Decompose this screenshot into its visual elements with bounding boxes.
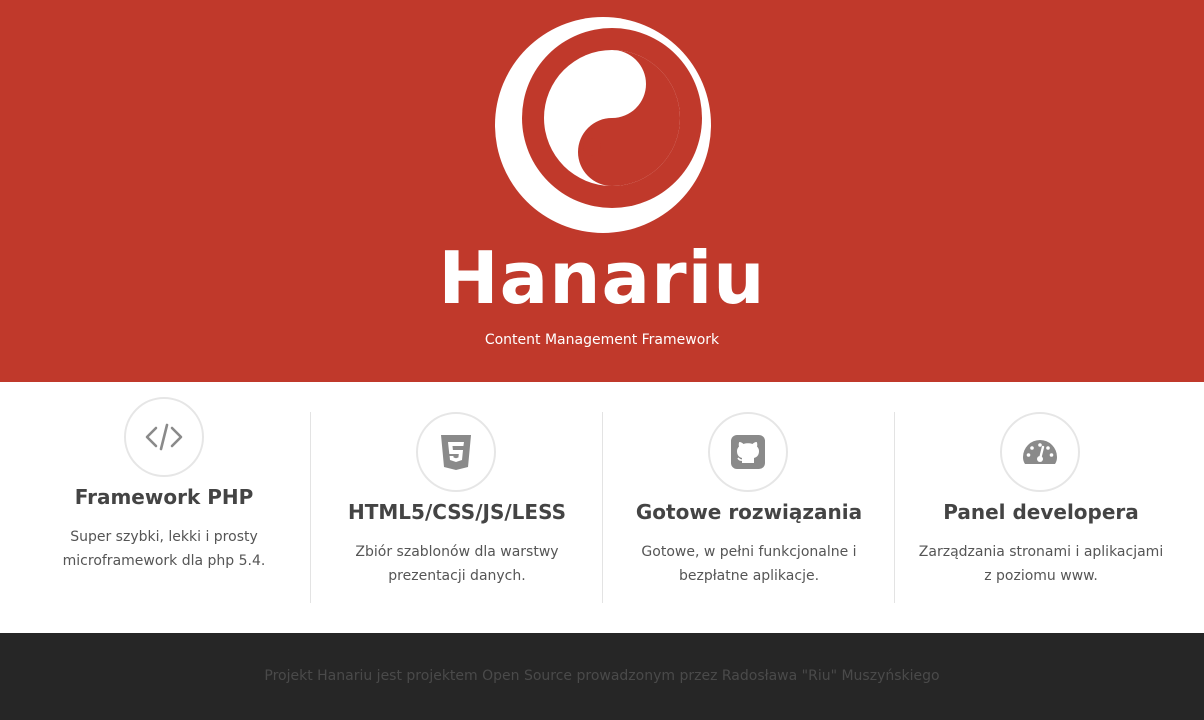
feature-description: Zarządzania stronami i aplikacjami z poz…	[918, 544, 1164, 584]
html5-icon	[441, 435, 471, 470]
brand-title: Hanariu	[438, 236, 766, 320]
code-icon	[145, 423, 183, 451]
feature-ready-solutions: Gotowe rozwiązania Gotowe, w pełni funkc…	[602, 412, 894, 603]
hero-banner: Hanariu Content Management Framework	[0, 0, 1204, 382]
feature-icon-circle	[1000, 412, 1080, 492]
feature-description: Gotowe, w pełni funkcjonalne i bezpłatne…	[641, 544, 857, 584]
dashboard-gauge-icon	[1023, 440, 1057, 464]
feature-title: Gotowe rozwiązania	[635, 500, 863, 524]
feature-developer-panel: Panel developera Zarządzania stronami i …	[894, 412, 1186, 603]
yin-yang-logo-icon	[495, 17, 711, 233]
feature-title: Panel developera	[943, 500, 1139, 524]
feature-icon-circle	[416, 412, 496, 492]
features-section: Framework PHP Super szybki, lekki i pros…	[18, 382, 1186, 633]
feature-html5: HTML5/CSS/JS/LESS Zbiór szablonów dla wa…	[310, 412, 602, 603]
footer: Projekt Hanariu jest projektem Open Sour…	[0, 633, 1204, 720]
feature-description: Super szybki, lekki i prosty microframew…	[62, 529, 266, 569]
feature-icon-circle	[124, 397, 204, 477]
footer-credits: Projekt Hanariu jest projektem Open Sour…	[264, 668, 940, 684]
feature-icon-circle	[708, 412, 788, 492]
feature-framework-php: Framework PHP Super szybki, lekki i pros…	[18, 382, 310, 633]
feature-title: HTML5/CSS/JS/LESS	[348, 500, 566, 524]
feature-title: Framework PHP	[74, 485, 254, 509]
feature-description: Zbiór szablonów dla warstwy prezentacji …	[355, 544, 559, 584]
github-icon	[731, 435, 765, 469]
brand-tagline: Content Management Framework	[484, 332, 720, 348]
